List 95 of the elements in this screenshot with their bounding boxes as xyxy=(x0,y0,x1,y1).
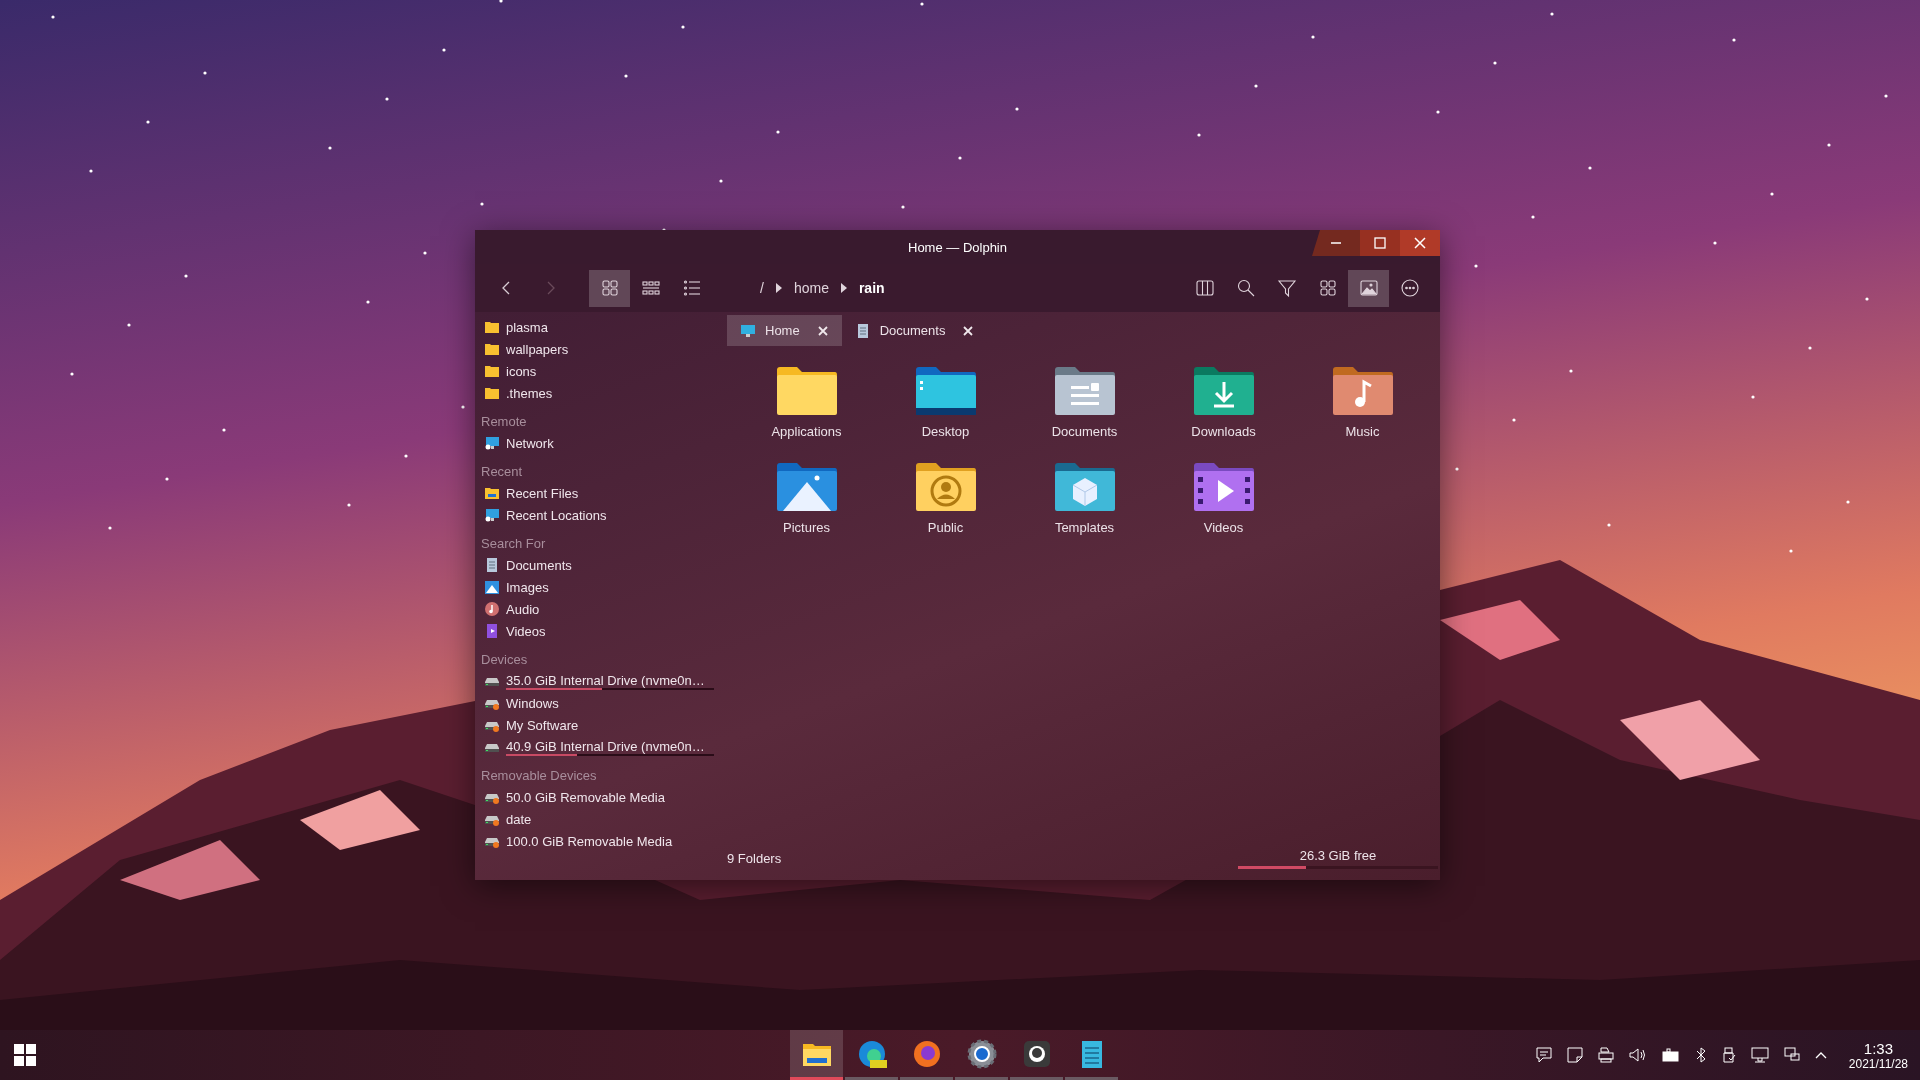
sidebar-item[interactable]: Images xyxy=(506,579,549,595)
folder-item[interactable]: Applications xyxy=(737,364,876,460)
folder-item[interactable]: Downloads xyxy=(1154,364,1293,460)
picture-icon xyxy=(484,579,500,595)
close-button[interactable] xyxy=(1400,230,1440,256)
sidebar-item[interactable]: Audio xyxy=(506,601,540,617)
folder-item[interactable]: Music xyxy=(1293,364,1432,460)
folder-play-icon xyxy=(1191,462,1256,512)
monitor-icon xyxy=(484,507,500,523)
filter-icon xyxy=(1276,278,1297,298)
sidebar-item[interactable]: 100.0 GiB Removable Media xyxy=(506,833,673,849)
columns-icon xyxy=(1194,278,1215,298)
section-heading: Search For xyxy=(481,535,547,553)
maximize-icon xyxy=(1374,237,1386,249)
close-icon[interactable] xyxy=(963,325,974,336)
folder-item[interactable]: Pictures xyxy=(737,460,876,556)
grid-icon xyxy=(600,279,619,297)
breadcrumb-item[interactable]: / xyxy=(760,280,764,296)
sidebar-item[interactable]: plasma xyxy=(506,319,548,335)
monitor-icon xyxy=(741,323,755,338)
section-heading: Removable Devices xyxy=(481,767,598,785)
sidebar-item[interactable]: wallpapers xyxy=(506,341,569,357)
close-icon[interactable] xyxy=(817,325,828,336)
tab[interactable]: Home xyxy=(727,315,842,346)
breadcrumb-arrow-icon xyxy=(775,283,782,293)
preview-button[interactable] xyxy=(1348,269,1389,307)
taskbar-app-button[interactable] xyxy=(790,1030,843,1080)
compact-grid-icon xyxy=(641,279,660,297)
sidebar-item[interactable]: Windows xyxy=(506,695,559,711)
image-icon xyxy=(1358,278,1379,298)
sidebar-item[interactable]: 35.0 GiB Internal Drive (nvme0n… xyxy=(506,672,714,688)
network-icon[interactable] xyxy=(1749,1046,1770,1064)
sidebar-item[interactable]: date xyxy=(506,811,532,827)
sidebar-item[interactable]: Videos xyxy=(506,623,546,639)
folder-item[interactable]: Templates xyxy=(1015,460,1154,556)
folder-icon xyxy=(484,319,500,335)
start-button[interactable] xyxy=(12,1042,38,1068)
folder-icon xyxy=(484,485,500,501)
sidebar-item[interactable]: Network xyxy=(506,435,554,451)
folder-icon xyxy=(484,385,500,401)
section-heading: Devices xyxy=(481,651,529,669)
gear-icon xyxy=(965,1037,998,1070)
section-heading: Remote xyxy=(481,413,528,431)
sidebar-item[interactable]: Recent Files xyxy=(506,485,579,501)
notification-icon[interactable] xyxy=(1534,1046,1553,1064)
close-icon xyxy=(1414,237,1426,249)
more-icon xyxy=(1399,278,1420,298)
note-icon[interactable] xyxy=(1565,1046,1584,1064)
film-icon xyxy=(484,623,500,639)
tab[interactable]: Documents xyxy=(841,315,988,346)
free-space-text: 26.3 GiB free xyxy=(1299,847,1377,863)
window-title: Home — Dolphin xyxy=(908,239,1007,255)
folder-icon xyxy=(484,363,500,379)
folder-icon xyxy=(484,341,500,357)
document-icon xyxy=(855,323,870,338)
icons-view-button[interactable] xyxy=(589,269,630,307)
folder-person-icon xyxy=(913,462,978,512)
monitor-icon xyxy=(484,435,500,451)
section-heading: Recent xyxy=(481,463,524,481)
folder-download-icon xyxy=(1191,366,1256,416)
folder-item[interactable]: Documents xyxy=(1015,364,1154,460)
printer-icon[interactable] xyxy=(1596,1046,1615,1064)
folder-plain-icon xyxy=(774,366,839,416)
document-icon xyxy=(484,557,500,573)
sidebar-item[interactable]: icons xyxy=(506,363,537,379)
folder-item[interactable]: Public xyxy=(876,460,1015,556)
maximize-button[interactable] xyxy=(1360,230,1400,256)
grid-icon xyxy=(1317,278,1338,298)
sidebar-item[interactable]: 50.0 GiB Removable Media xyxy=(506,789,665,805)
sidebar-item[interactable]: Recent Locations xyxy=(506,507,607,523)
folder-lines-icon xyxy=(1052,366,1117,416)
sidebar-item[interactable]: .themes xyxy=(506,385,553,401)
folder-cube-icon xyxy=(1052,462,1117,512)
breadcrumb-item[interactable]: rain xyxy=(858,280,885,296)
display-icon[interactable] xyxy=(1782,1046,1801,1064)
clock-time[interactable]: 1:33 xyxy=(1863,1039,1893,1057)
list-icon xyxy=(682,279,701,297)
breadcrumb-item[interactable]: home xyxy=(793,280,829,296)
music-note-icon xyxy=(484,601,500,617)
breadcrumb-arrow-icon xyxy=(840,283,847,293)
windows-logo-icon xyxy=(14,1044,36,1066)
status-text: 9 Folders xyxy=(727,850,782,866)
sidebar-item[interactable]: 40.9 GiB Internal Drive (nvme0n… xyxy=(506,738,714,754)
battery-icon[interactable] xyxy=(1660,1046,1681,1064)
sidebar-item[interactable]: Documents xyxy=(506,557,572,573)
folder-item[interactable]: Desktop xyxy=(876,364,1015,460)
sidebar-item[interactable]: My Software xyxy=(506,717,579,733)
folder-item[interactable]: Videos xyxy=(1154,460,1293,556)
folder-screen-icon xyxy=(913,366,978,416)
volume-icon[interactable] xyxy=(1627,1046,1648,1064)
search-icon xyxy=(1235,278,1256,298)
usb-drive-icon[interactable] xyxy=(1720,1046,1737,1064)
folder-music-note-icon xyxy=(1330,366,1395,416)
folder-mountain-icon xyxy=(774,462,839,512)
clock-date[interactable]: 2021/11/28 xyxy=(1848,1056,1908,1071)
